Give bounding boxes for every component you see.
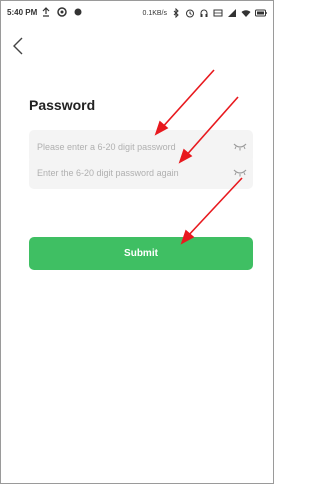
vpn-icon xyxy=(57,7,67,17)
submit-button[interactable]: Submit xyxy=(29,237,253,270)
status-bar: 5:40 PM 0.1KB/s xyxy=(1,1,273,23)
eye-closed-icon[interactable] xyxy=(233,141,247,151)
network-speed: 0.1KB/s xyxy=(142,9,167,17)
upload-icon xyxy=(42,7,50,17)
password-again-input[interactable] xyxy=(37,156,227,189)
eye-closed-icon[interactable] xyxy=(233,167,247,177)
wifi-icon xyxy=(241,10,251,17)
status-right-icons: 0.1KB/s xyxy=(142,8,267,18)
alarm-icon xyxy=(186,9,194,18)
screenshot-icon xyxy=(213,9,223,17)
page-title: Password xyxy=(29,97,96,113)
bluetooth-icon xyxy=(173,8,179,18)
headset-icon xyxy=(200,9,208,17)
location-icon xyxy=(74,8,82,16)
status-left-icons xyxy=(41,7,83,17)
screen-frame: 5:40 PM 0.1KB/s Password Submit xyxy=(0,0,274,484)
battery-icon xyxy=(255,9,267,17)
signal-icon xyxy=(228,9,236,17)
password-again-field[interactable] xyxy=(29,156,253,189)
status-time: 5:40 PM xyxy=(7,8,38,17)
chevron-left-icon[interactable] xyxy=(9,35,29,57)
